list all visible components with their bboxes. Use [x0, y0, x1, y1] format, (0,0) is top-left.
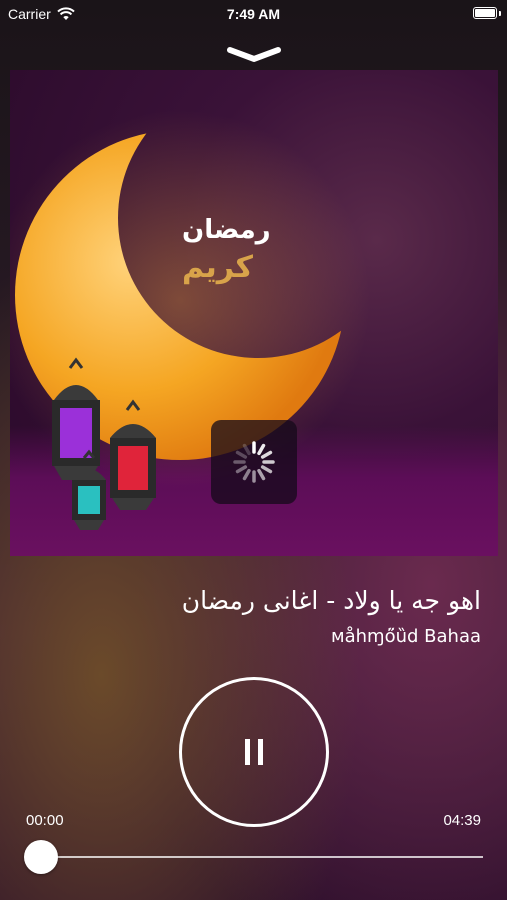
track-artist: ᴍåhɱő̈ȕd Bahaa	[331, 626, 481, 647]
status-bar: Carrier 7:49 AM	[0, 0, 507, 28]
artwork-karim-text: كريم	[182, 250, 253, 285]
track-title: اهو جه يا ولاد - اغانى رمضان	[181, 586, 481, 615]
battery-tip	[499, 11, 501, 16]
progress-thumb[interactable]	[24, 840, 58, 874]
loading-indicator	[211, 420, 297, 504]
status-time: 7:49 AM	[226, 6, 281, 22]
progress-track[interactable]	[41, 856, 483, 858]
artwork-ramadan-text: رمضان	[182, 215, 271, 245]
album-artwork: رمضان كريم	[10, 70, 498, 556]
spinner-icon	[233, 441, 275, 483]
chevron-down-icon[interactable]	[226, 42, 282, 66]
battery-icon	[473, 7, 497, 19]
time-total: 04:39	[443, 812, 481, 829]
play-pause-button[interactable]	[179, 677, 329, 827]
time-elapsed: 00:00	[26, 812, 64, 829]
pause-icon	[241, 739, 267, 765]
